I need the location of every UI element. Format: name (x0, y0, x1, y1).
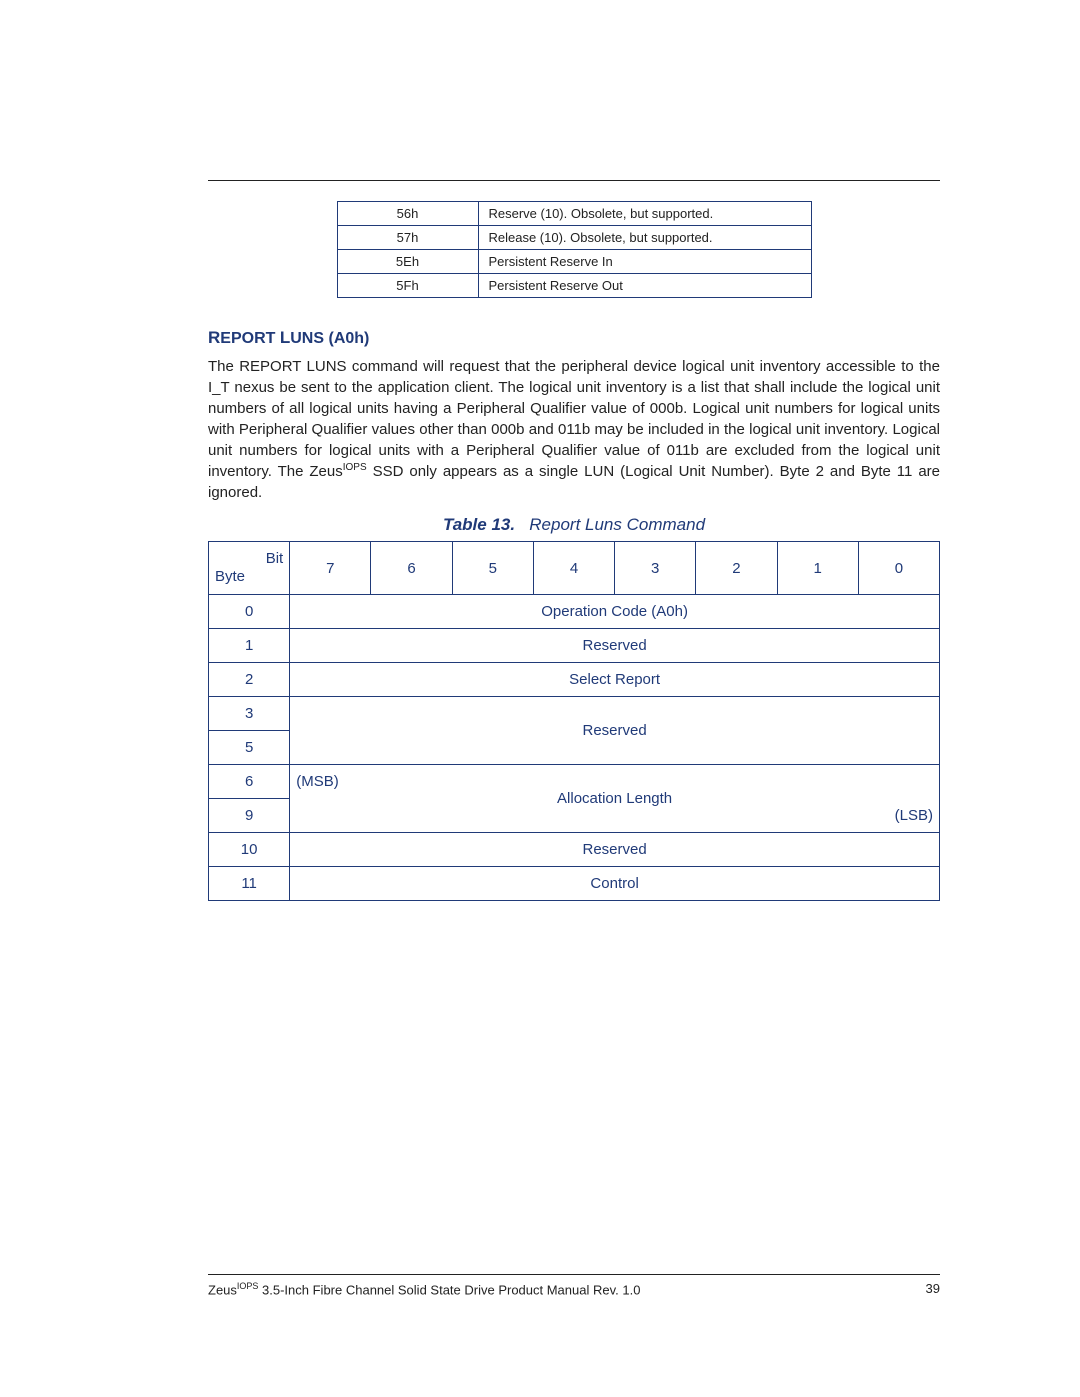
opcode-desc: Release (10). Obsolete, but supported. (478, 226, 811, 250)
table-header-row: Bit Byte 7 6 5 4 3 2 1 0 (209, 542, 940, 595)
spacer-cell (290, 799, 371, 833)
caption-label: Table 13. (443, 515, 515, 534)
bit-header: 2 (696, 542, 777, 595)
page: 56h Reserve (10). Obsolete, but supporte… (0, 0, 1080, 1397)
opcode-cell: 5Eh (337, 250, 478, 274)
opcode-desc: Persistent Reserve In (478, 250, 811, 274)
table-row: 56h Reserve (10). Obsolete, but supporte… (337, 202, 811, 226)
table-caption: Table 13. Report Luns Command (208, 515, 940, 535)
bit-header: 4 (533, 542, 614, 595)
bit-label: Bit (215, 550, 283, 568)
opcode-cell: 57h (337, 226, 478, 250)
caption-title: Report Luns Command (529, 515, 705, 534)
byte-cell: 10 (209, 833, 290, 867)
command-table: Bit Byte 7 6 5 4 3 2 1 0 0 Operation Cod… (208, 541, 940, 901)
bit-header: 7 (290, 542, 371, 595)
byte-label: Byte (215, 568, 283, 586)
table-row: 0 Operation Code (A0h) (209, 595, 940, 629)
field-label: Allocation Length (371, 765, 858, 833)
byte-cell: 0 (209, 595, 290, 629)
byte-cell-top: 6 (209, 765, 290, 799)
spacer-cell (290, 697, 371, 731)
opcode-desc: Reserve (10). Obsolete, but supported. (478, 202, 811, 226)
table-row: 2 Select Report (209, 663, 940, 697)
spacer-cell (290, 731, 371, 765)
byte-cell-bot: 9 (209, 799, 290, 833)
paragraph-text: The REPORT LUNS command will request tha… (208, 358, 940, 480)
field-label: Control (290, 867, 940, 901)
byte-cell: 1 (209, 629, 290, 663)
bit-header: 0 (858, 542, 939, 595)
msb-label: (MSB) (290, 765, 371, 799)
footer-pre: Zeus (208, 1282, 237, 1297)
table-row: 11 Control (209, 867, 940, 901)
footer: ZeusIOPS 3.5-Inch Fibre Channel Solid St… (208, 1274, 940, 1297)
top-rule (208, 180, 940, 181)
byte-cell: 2 (209, 663, 290, 697)
footer-text: ZeusIOPS 3.5-Inch Fibre Channel Solid St… (208, 1281, 640, 1297)
heading-text: R (208, 328, 220, 347)
bit-header: 6 (371, 542, 452, 595)
footer-post: 3.5-Inch Fibre Channel Solid State Drive… (258, 1282, 640, 1297)
bit-header: 3 (615, 542, 696, 595)
table-row: 5Fh Persistent Reserve Out (337, 274, 811, 298)
superscript: IOPS (343, 462, 367, 473)
section-heading: REPORT LUNS (A0h) (208, 328, 940, 348)
page-number: 39 (926, 1281, 940, 1297)
table-row: 1 Reserved (209, 629, 940, 663)
heading-text: EPORT (220, 330, 275, 347)
heading-text: L (280, 328, 290, 347)
opcode-cell: 5Fh (337, 274, 478, 298)
heading-suffix: (A0h) (328, 330, 369, 347)
footer-rule (208, 1274, 940, 1275)
heading-text: UNS (290, 330, 324, 347)
opcode-desc: Persistent Reserve Out (478, 274, 811, 298)
spacer-cell (858, 765, 939, 799)
bit-byte-header: Bit Byte (209, 542, 290, 595)
lsb-label: (LSB) (858, 799, 939, 833)
opcode-cell: 56h (337, 202, 478, 226)
field-label: Reserved (290, 629, 940, 663)
byte-cell-bot: 5 (209, 731, 290, 765)
footer-line: ZeusIOPS 3.5-Inch Fibre Channel Solid St… (208, 1281, 940, 1297)
spacer-cell (858, 697, 939, 731)
footer-sup: IOPS (237, 1281, 259, 1291)
table-row: 5Eh Persistent Reserve In (337, 250, 811, 274)
field-label: Reserved (290, 833, 940, 867)
spacer-cell (858, 731, 939, 765)
byte-cell-top: 3 (209, 697, 290, 731)
field-label: Operation Code (A0h) (290, 595, 940, 629)
bit-header: 5 (452, 542, 533, 595)
bit-header: 1 (777, 542, 858, 595)
field-label: Select Report (290, 663, 940, 697)
opcode-table: 56h Reserve (10). Obsolete, but supporte… (337, 201, 812, 298)
table-row: 57h Release (10). Obsolete, but supporte… (337, 226, 811, 250)
field-label: Reserved (371, 697, 858, 765)
byte-cell: 11 (209, 867, 290, 901)
body-paragraph: The REPORT LUNS command will request tha… (208, 356, 940, 503)
table-row: 10 Reserved (209, 833, 940, 867)
table-row: 6 (MSB) Allocation Length (209, 765, 940, 799)
table-row: 3 Reserved (209, 697, 940, 731)
